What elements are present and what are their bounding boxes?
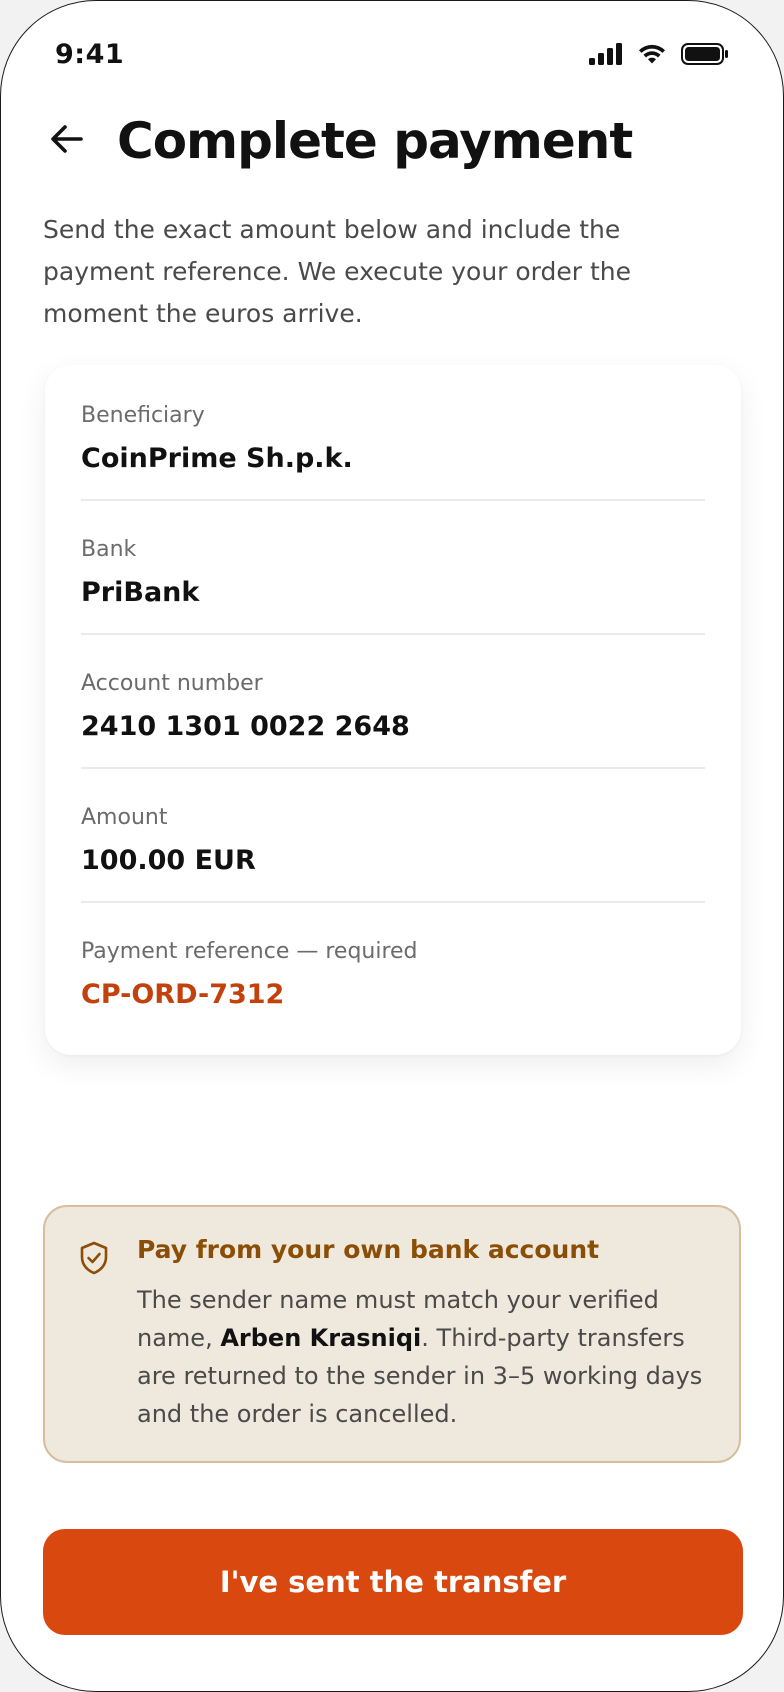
cellular-signal-icon xyxy=(589,43,623,65)
arrow-left-icon xyxy=(49,121,85,161)
bank-value[interactable]: PriBank xyxy=(81,577,199,608)
wifi-icon xyxy=(637,43,667,65)
field-label: Beneficiary xyxy=(81,403,205,428)
verified-name: Arben Krasniqi xyxy=(220,1324,422,1352)
beneficiary-value[interactable]: CoinPrime Sh.p.k. xyxy=(81,443,353,474)
account-number-field: Account number 2410 1301 0022 2648 xyxy=(81,633,705,769)
payment-reference-value[interactable]: CP-ORD-7312 xyxy=(81,979,284,1010)
amount-value[interactable]: 100.00 EUR xyxy=(81,845,256,876)
own-account-notice: Pay from your own bank account The sende… xyxy=(43,1205,741,1463)
bank-field: Bank PriBank xyxy=(81,499,705,635)
status-bar: 9:41 xyxy=(1,1,783,111)
sent-transfer-button[interactable]: I've sent the transfer xyxy=(43,1529,743,1635)
header: Complete payment xyxy=(43,103,633,179)
status-time: 9:41 xyxy=(55,39,125,70)
field-label: Payment reference — required xyxy=(81,939,418,964)
beneficiary-field: Beneficiary CoinPrime Sh.p.k. xyxy=(81,365,705,501)
page-title: Complete payment xyxy=(117,112,633,170)
payment-reference-field: Payment reference — required CP-ORD-7312 xyxy=(81,901,705,1035)
battery-icon xyxy=(681,43,729,65)
shield-check-icon xyxy=(79,1241,109,1275)
field-label: Amount xyxy=(81,805,168,830)
field-label: Bank xyxy=(81,537,137,562)
notice-body: The sender name must match your verified… xyxy=(137,1281,717,1433)
back-button[interactable] xyxy=(43,117,91,165)
status-icons xyxy=(589,43,729,65)
payment-details-card: Beneficiary CoinPrime Sh.p.k. Bank PriBa… xyxy=(45,365,741,1055)
field-label: Account number xyxy=(81,671,263,696)
account-number-value[interactable]: 2410 1301 0022 2648 xyxy=(81,711,410,742)
intro-text: Send the exact amount below and include … xyxy=(43,215,632,328)
phone-frame: 9:41 Complete payment Send the exact amo… xyxy=(0,0,784,1692)
notice-title: Pay from your own bank account xyxy=(137,1235,600,1264)
amount-field: Amount 100.00 EUR xyxy=(81,767,705,903)
